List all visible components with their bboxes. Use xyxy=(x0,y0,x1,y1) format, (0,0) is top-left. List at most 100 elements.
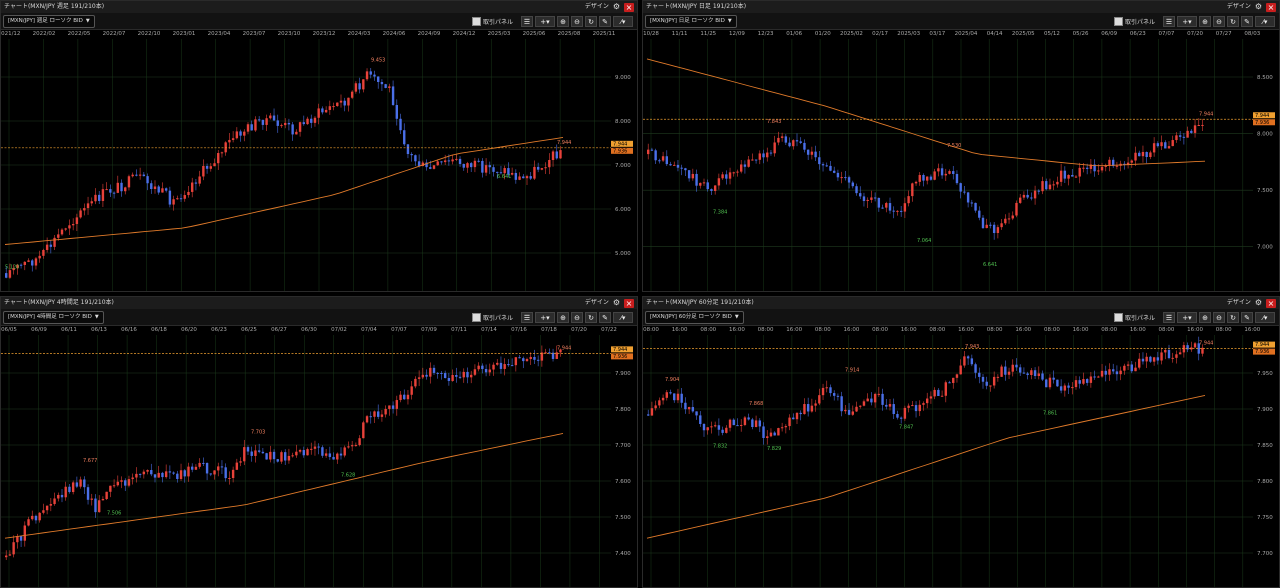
refresh-icon[interactable]: ↻ xyxy=(1227,311,1239,323)
draw-tool-icon[interactable]: ✎ xyxy=(599,311,611,323)
candle-body xyxy=(373,411,376,417)
candle-body xyxy=(179,470,183,479)
gear-icon[interactable]: ⚙ xyxy=(613,298,620,308)
candle-body xyxy=(892,404,895,415)
symbol-selector[interactable]: [MXN/JPY] 60分足 ローソク BID ▼ xyxy=(645,311,744,324)
candle-body xyxy=(944,382,947,396)
indicator-icon[interactable]: ☰ xyxy=(521,311,533,323)
close-button[interactable]: × xyxy=(624,298,634,308)
candle-body xyxy=(514,357,518,366)
design-button[interactable]: デザイン xyxy=(585,1,609,13)
design-button[interactable]: デザイン xyxy=(1227,297,1251,309)
zoom-out-icon[interactable]: ⊖ xyxy=(1213,15,1225,27)
candle-body xyxy=(228,139,231,143)
candle-body xyxy=(395,400,398,409)
date-tick: 2022/07 xyxy=(102,31,126,37)
price-chart[interactable]: 7.9007.8007.7007.6007.5007.4007.9447.936… xyxy=(1,335,638,588)
price-chart[interactable]: 9.0008.0007.0006.0005.0007.9447.9369.453… xyxy=(1,39,638,292)
candle-body xyxy=(191,466,194,470)
date-tick: 16:00 xyxy=(1244,327,1261,333)
candle-body xyxy=(443,373,447,379)
price-chart[interactable]: 7.9507.9007.8507.8007.7507.7007.9447.936… xyxy=(643,335,1280,588)
candle-body xyxy=(369,71,372,75)
indicator-icon[interactable]: ☰ xyxy=(521,15,533,27)
close-button[interactable]: × xyxy=(1266,2,1276,12)
candle-body xyxy=(1056,181,1059,185)
candle-body xyxy=(488,165,491,168)
price-tick: 7.700 xyxy=(615,443,631,449)
candle-body xyxy=(49,504,53,506)
trendline-icon[interactable]: ⁄▾ xyxy=(1255,311,1275,323)
candle-body xyxy=(209,166,212,169)
design-button[interactable]: デザイン xyxy=(1227,1,1251,13)
gear-icon[interactable]: ⚙ xyxy=(1255,298,1262,308)
trade-panel-checkbox[interactable]: 取引パネル xyxy=(1113,16,1155,26)
candle-body xyxy=(818,157,821,165)
price-tick: 7.400 xyxy=(615,551,631,557)
trade-panel-checkbox[interactable]: 取引パネル xyxy=(471,312,513,322)
crosshair-icon[interactable]: +▾ xyxy=(1177,311,1197,323)
date-tick: 07/22 xyxy=(601,327,617,333)
candle-body xyxy=(27,260,30,262)
price-chart[interactable]: 8.5008.0007.5007.0007.9447.9367.8437.384… xyxy=(643,39,1280,292)
date-tick: 06/16 xyxy=(121,327,137,333)
trendline-icon[interactable]: ⁄▾ xyxy=(613,15,633,27)
crosshair-icon[interactable]: +▾ xyxy=(1177,15,1197,27)
date-tick: 2024/12 xyxy=(452,31,476,37)
candle-body xyxy=(996,376,1000,378)
candle-body xyxy=(1160,352,1163,361)
zoom-in-icon[interactable]: ⊕ xyxy=(557,15,569,27)
candle-body xyxy=(1030,370,1033,376)
zoom-in-icon[interactable]: ⊕ xyxy=(1199,15,1211,27)
candle-body xyxy=(38,255,41,259)
trendline-icon[interactable]: ⁄▾ xyxy=(613,311,633,323)
candle-body xyxy=(1022,372,1026,374)
zoom-in-icon[interactable]: ⊕ xyxy=(1199,311,1211,323)
symbol-selector[interactable]: [MXN/JPY] 日足 ローソク BID ▼ xyxy=(645,15,737,28)
trendline-icon[interactable]: ⁄▾ xyxy=(1255,15,1275,27)
crosshair-icon[interactable]: +▾ xyxy=(535,15,555,27)
zoom-in-icon[interactable]: ⊕ xyxy=(557,311,569,323)
crosshair-icon[interactable]: +▾ xyxy=(535,311,555,323)
indicator-icon[interactable]: ☰ xyxy=(1163,311,1175,323)
refresh-icon[interactable]: ↻ xyxy=(1227,15,1239,27)
gear-icon[interactable]: ⚙ xyxy=(613,2,620,12)
high-marker-label: 7.677 xyxy=(83,458,97,464)
zoom-out-icon[interactable]: ⊖ xyxy=(571,311,583,323)
candle-body xyxy=(302,122,305,125)
candle-body xyxy=(473,160,477,168)
zoom-out-icon[interactable]: ⊖ xyxy=(1213,311,1225,323)
close-button[interactable]: × xyxy=(1266,298,1276,308)
candle-body xyxy=(833,393,836,396)
trade-panel-checkbox[interactable]: 取引パネル xyxy=(1113,312,1155,322)
close-button[interactable]: × xyxy=(624,2,634,12)
trade-panel-checkbox[interactable]: 取引パネル xyxy=(471,16,513,26)
draw-tool-icon[interactable]: ✎ xyxy=(1241,15,1253,27)
candle-body xyxy=(658,400,661,406)
candle-body xyxy=(529,176,532,179)
gear-icon[interactable]: ⚙ xyxy=(1255,2,1262,12)
candle-body xyxy=(194,466,198,470)
zoom-out-icon[interactable]: ⊖ xyxy=(571,15,583,27)
refresh-icon[interactable]: ↻ xyxy=(585,15,597,27)
candle-body xyxy=(1160,142,1163,147)
candle-body xyxy=(1164,142,1167,149)
symbol-selector[interactable]: [MXN/JPY] 週足 ローソク BID ▼ xyxy=(3,15,95,28)
candle-body xyxy=(784,136,788,143)
design-button[interactable]: デザイン xyxy=(585,297,609,309)
refresh-icon[interactable]: ↻ xyxy=(585,311,597,323)
candle-body xyxy=(695,173,698,186)
candle-body xyxy=(825,387,828,389)
candle-body xyxy=(1007,218,1011,220)
candle-body xyxy=(432,367,436,373)
candle-body xyxy=(466,371,469,378)
draw-tool-icon[interactable]: ✎ xyxy=(599,15,611,27)
candle-body xyxy=(5,555,8,558)
draw-tool-icon[interactable]: ✎ xyxy=(1241,311,1253,323)
candle-body xyxy=(243,131,246,136)
candle-body xyxy=(706,182,709,190)
price-tick: 5.000 xyxy=(615,251,631,257)
candle-body xyxy=(851,182,854,187)
symbol-selector[interactable]: [MXN/JPY] 4時間足 ローソク BID ▼ xyxy=(3,311,104,324)
indicator-icon[interactable]: ☰ xyxy=(1163,15,1175,27)
